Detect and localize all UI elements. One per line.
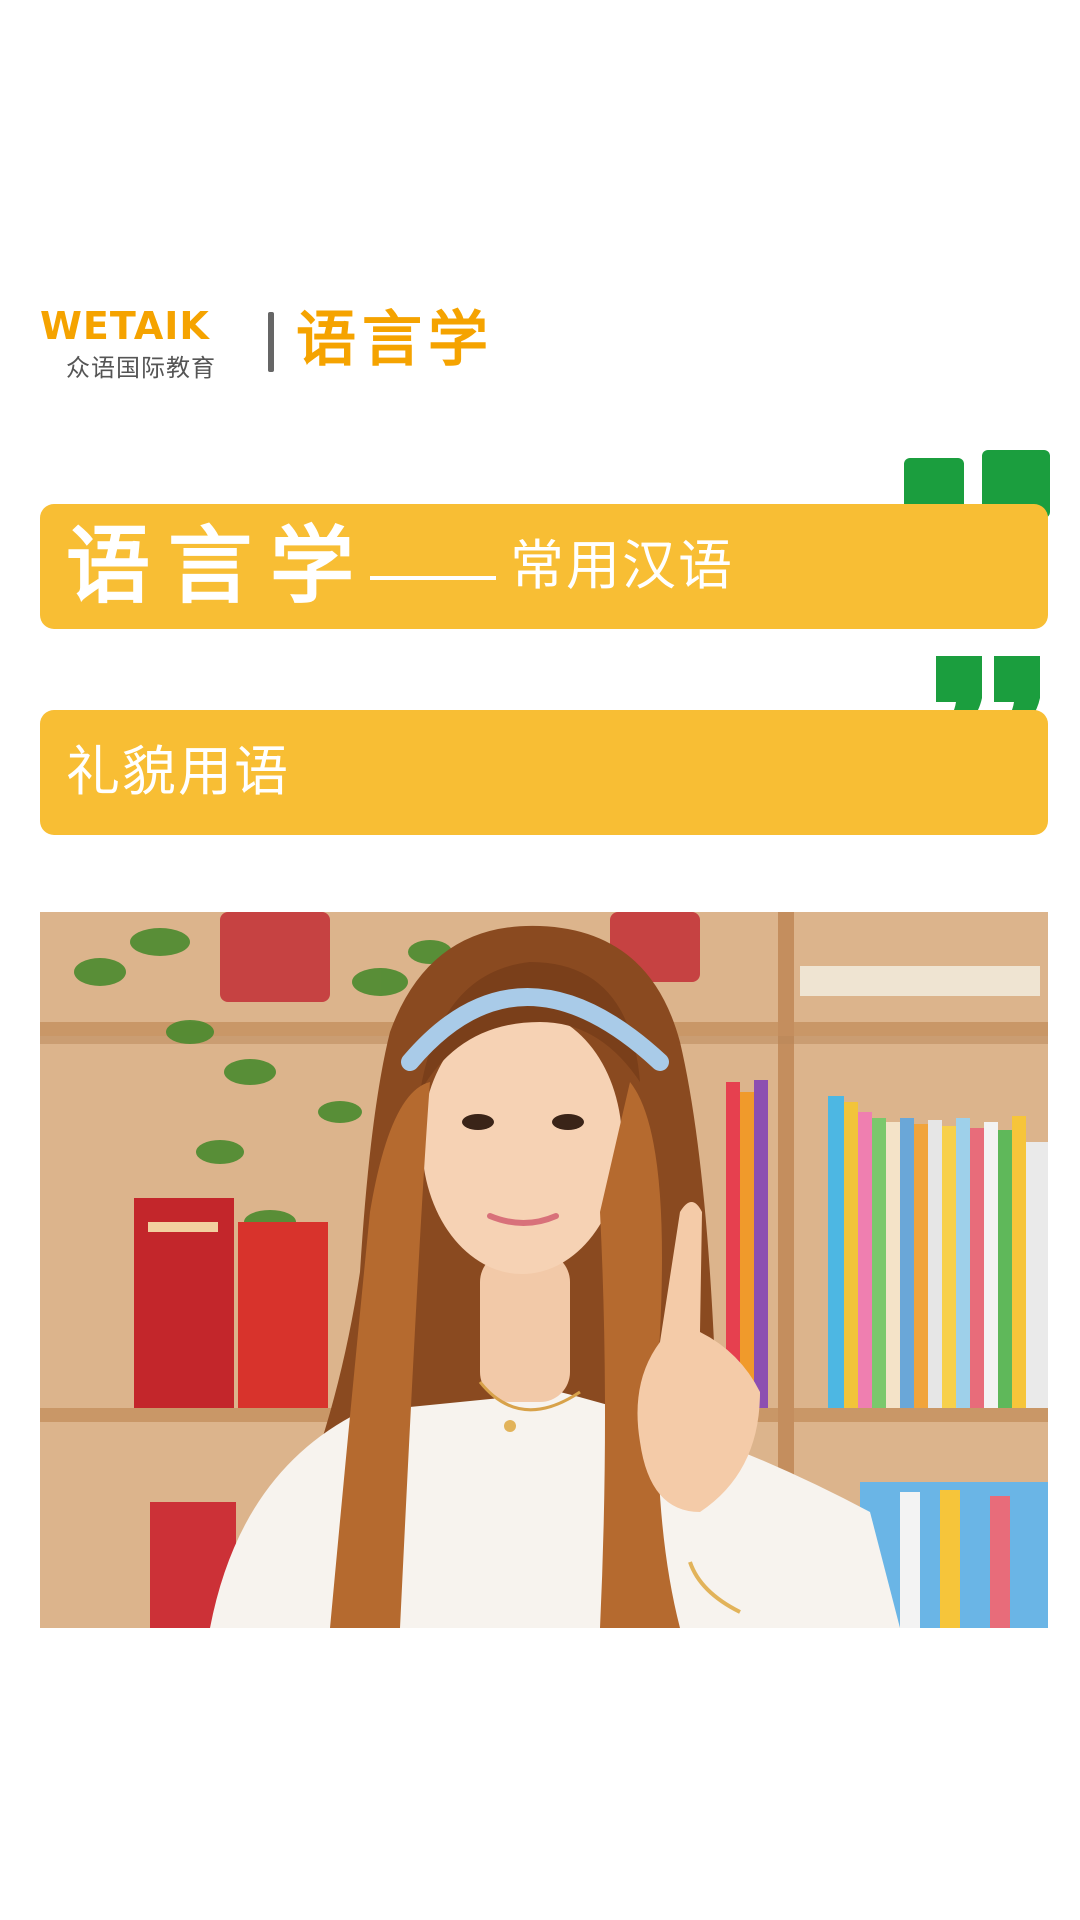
person-photo (40, 912, 1048, 1628)
title-banner: 语言学 常用汉语 (40, 504, 1048, 629)
logo-subtitle: 众语国际教育 (66, 354, 216, 382)
header-divider (268, 312, 274, 372)
topic-text: 礼貌用语 (66, 740, 290, 803)
header-brand: 语言学 (296, 305, 494, 375)
wetaik-logo: WETAIK 众语国际教育 (40, 302, 245, 382)
banner-title: 语言学 (66, 517, 373, 615)
logo-text: WETAIK (40, 304, 210, 348)
banner-dash (370, 576, 496, 580)
photo-illustration (40, 912, 1048, 1628)
logo-wordmark: WETAIK (40, 302, 210, 346)
banner-subtitle: 常用汉语 (510, 534, 734, 597)
topic-banner: 礼貌用语 (40, 710, 1048, 835)
